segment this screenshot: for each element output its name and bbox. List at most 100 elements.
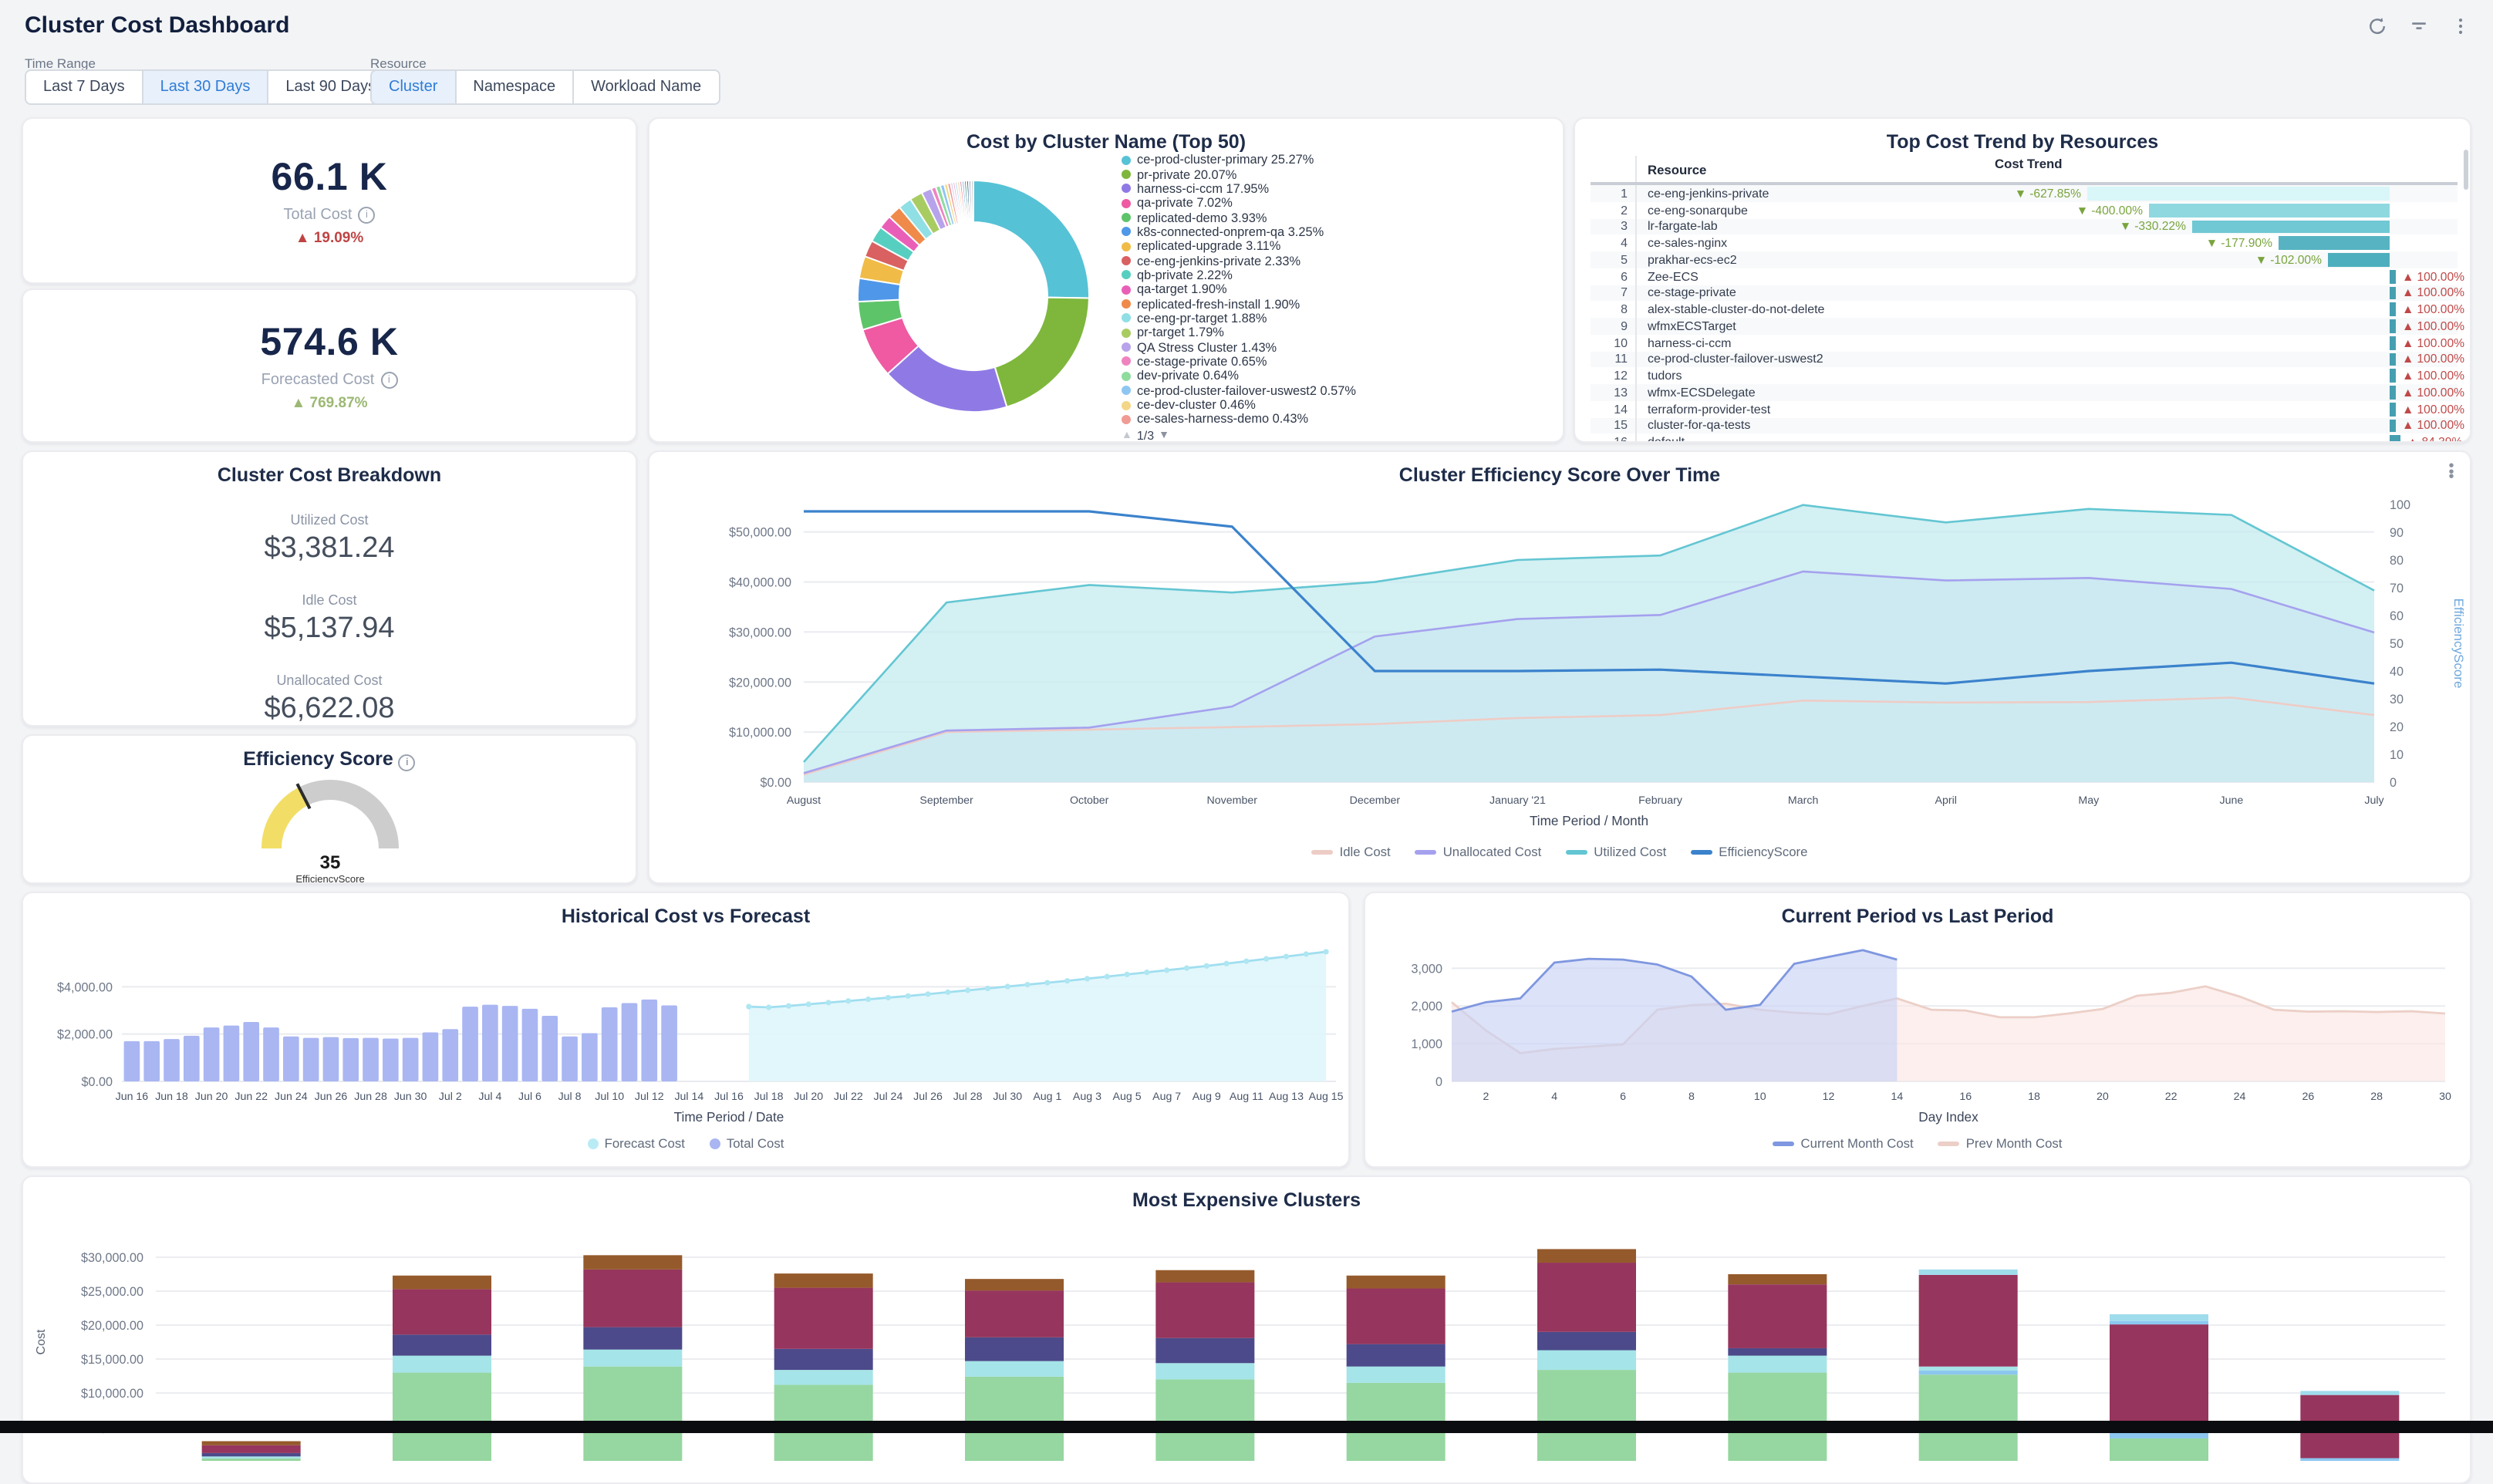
info-icon[interactable] <box>358 206 375 223</box>
stacked-bar-segment[interactable] <box>2110 1433 2208 1438</box>
donut-legend-item[interactable]: ce-stage-private 0.65% <box>1122 355 1356 369</box>
legend-item[interactable]: Current Month Cost <box>1773 1135 1914 1151</box>
total-cost-bar[interactable] <box>363 1038 379 1081</box>
stacked-bar-segment[interactable] <box>202 1445 301 1453</box>
total-cost-bar[interactable] <box>184 1036 200 1081</box>
stacked-bar-segment[interactable] <box>583 1255 682 1269</box>
filter-button-workload-name[interactable]: Workload Name <box>572 69 720 105</box>
total-cost-bar[interactable] <box>164 1039 180 1081</box>
legend-item[interactable]: EfficiencyScore <box>1691 844 1807 859</box>
donut-legend-item[interactable]: k8s-connected-onprem-qa 3.25% <box>1122 224 1356 239</box>
donut-legend-item[interactable]: pr-private 20.07% <box>1122 167 1356 182</box>
total-cost-bar[interactable] <box>403 1038 419 1081</box>
donut-slice[interactable] <box>971 180 973 222</box>
total-cost-bar[interactable] <box>641 1000 657 1081</box>
stacked-bar-segment[interactable] <box>393 1334 491 1355</box>
stacked-bar-segment[interactable] <box>1728 1284 1827 1348</box>
donut-legend-item[interactable]: ce-prod-cluster-primary 25.27% <box>1122 153 1356 167</box>
total-cost-bar[interactable] <box>303 1038 319 1081</box>
filter-button-last-7-days[interactable]: Last 7 Days <box>25 69 143 105</box>
total-cost-bar[interactable] <box>622 1003 638 1081</box>
stacked-bar-segment[interactable] <box>583 1367 682 1461</box>
donut-legend-item[interactable]: replicated-upgrade 3.11% <box>1122 239 1356 254</box>
total-cost-bar[interactable] <box>522 1009 538 1081</box>
stacked-bar-segment[interactable] <box>1347 1288 1446 1344</box>
info-icon[interactable] <box>380 371 397 388</box>
stacked-bar-segment[interactable] <box>965 1377 1064 1461</box>
stacked-bar-segment[interactable] <box>393 1373 491 1461</box>
stacked-bar-segment[interactable] <box>2110 1321 2208 1324</box>
total-cost-bar[interactable] <box>323 1037 339 1081</box>
stacked-bar-segment[interactable] <box>202 1459 301 1461</box>
refresh-icon[interactable] <box>2366 15 2388 37</box>
filter-icon[interactable] <box>2408 15 2430 37</box>
donut-legend-item[interactable]: qb-private 2.22% <box>1122 268 1356 283</box>
stacked-bar-segment[interactable] <box>1347 1344 1446 1367</box>
page-up-icon[interactable]: ▲ <box>1122 430 1132 440</box>
filter-button-last-30-days[interactable]: Last 30 Days <box>142 69 269 105</box>
stacked-bar-segment[interactable] <box>1919 1374 2018 1461</box>
stacked-bar-segment[interactable] <box>1919 1275 2018 1367</box>
stacked-bar-segment[interactable] <box>1728 1274 1827 1284</box>
donut-legend-item[interactable]: ce-prod-cluster-failover-uswest2 0.57% <box>1122 383 1356 398</box>
stacked-bar-segment[interactable] <box>965 1337 1064 1361</box>
panel-kebab-icon[interactable]: ••• <box>2445 464 2458 481</box>
legend-item[interactable]: Utilized Cost <box>1566 844 1666 859</box>
stacked-bar-segment[interactable] <box>1919 1371 2018 1374</box>
stacked-bar-segment[interactable] <box>1728 1356 1827 1373</box>
stacked-bar-segment[interactable] <box>202 1456 301 1459</box>
stacked-bar-segment[interactable] <box>2300 1391 2399 1395</box>
legend-item[interactable]: Idle Cost <box>1312 844 1391 859</box>
stacked-bar-segment[interactable] <box>1728 1373 1827 1461</box>
legend-item[interactable]: Total Cost <box>710 1135 784 1151</box>
legend-item[interactable]: Unallocated Cost <box>1415 844 1542 859</box>
donut-legend-item[interactable]: QA Stress Cluster 1.43% <box>1122 340 1356 355</box>
stacked-bar-segment[interactable] <box>2110 1314 2208 1321</box>
stacked-bar-segment[interactable] <box>774 1273 873 1287</box>
donut-legend-item[interactable]: replicated-fresh-install 1.90% <box>1122 297 1356 312</box>
donut-legend-item[interactable]: ce-sales-harness-demo 0.43% <box>1122 412 1356 427</box>
total-cost-bar[interactable] <box>124 1041 140 1081</box>
stacked-bar-segment[interactable] <box>1537 1370 1636 1461</box>
stacked-bar-segment[interactable] <box>1537 1351 1636 1371</box>
stacked-bar-segment[interactable] <box>965 1290 1064 1337</box>
stacked-bar-segment[interactable] <box>1728 1348 1827 1356</box>
donut-legend-item[interactable]: qa-private 7.02% <box>1122 196 1356 211</box>
donut-slice[interactable] <box>995 298 1089 407</box>
stacked-bar-segment[interactable] <box>965 1279 1064 1290</box>
total-cost-bar[interactable] <box>562 1037 578 1081</box>
total-cost-bar[interactable] <box>661 1006 677 1081</box>
stacked-bar-segment[interactable] <box>202 1441 301 1445</box>
total-cost-bar[interactable] <box>502 1006 518 1081</box>
page-down-icon[interactable]: ▼ <box>1159 430 1169 440</box>
stacked-bar-segment[interactable] <box>583 1327 682 1350</box>
stacked-bar-segment[interactable] <box>1919 1270 2018 1275</box>
total-cost-bar[interactable] <box>143 1041 160 1081</box>
filter-button-namespace[interactable]: Namespace <box>454 69 574 105</box>
legend-item[interactable]: Prev Month Cost <box>1938 1135 2063 1151</box>
stacked-bar-segment[interactable] <box>774 1370 873 1385</box>
total-cost-bar[interactable] <box>423 1033 439 1081</box>
donut-slice[interactable] <box>973 180 1089 298</box>
donut-legend-item[interactable]: replicated-demo 3.93% <box>1122 211 1356 225</box>
stacked-bar-segment[interactable] <box>1347 1276 1446 1289</box>
stacked-bar-segment[interactable] <box>202 1453 301 1456</box>
donut-legend-item[interactable]: dev-private 0.64% <box>1122 369 1356 383</box>
total-cost-bar[interactable] <box>224 1026 240 1081</box>
stacked-bar-segment[interactable] <box>774 1288 873 1349</box>
stacked-bar-segment[interactable] <box>1155 1283 1254 1338</box>
total-cost-bar[interactable] <box>204 1027 220 1081</box>
stacked-bar-segment[interactable] <box>393 1356 491 1373</box>
donut-legend-item[interactable]: qa-target 1.90% <box>1122 282 1356 297</box>
scrollbar-thumb[interactable] <box>2464 150 2468 190</box>
stacked-bar-segment[interactable] <box>1919 1367 2018 1371</box>
donut-legend-item[interactable]: harness-ci-ccm 17.95% <box>1122 181 1356 196</box>
total-cost-bar[interactable] <box>541 1016 558 1081</box>
stacked-bar-segment[interactable] <box>1155 1270 1254 1283</box>
total-cost-bar[interactable] <box>582 1033 598 1081</box>
total-cost-bar[interactable] <box>342 1038 359 1081</box>
stacked-bar-segment[interactable] <box>393 1289 491 1334</box>
total-cost-bar[interactable] <box>263 1027 279 1081</box>
stacked-bar-segment[interactable] <box>1537 1249 1636 1263</box>
stacked-bar-segment[interactable] <box>2300 1458 2399 1461</box>
